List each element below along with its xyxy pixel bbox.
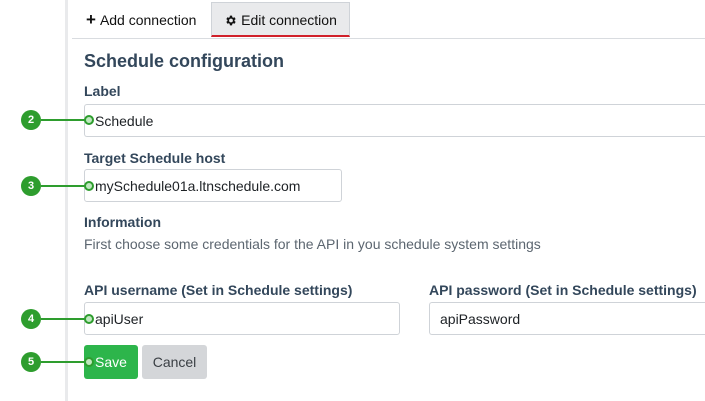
cancel-button[interactable]: Cancel [142, 345, 207, 379]
callout-badge: 4 [21, 309, 41, 329]
username-input[interactable] [84, 302, 400, 335]
callout-dot [84, 181, 94, 191]
callout-line [41, 185, 85, 187]
callout-username: 4 [21, 309, 94, 329]
tab-add-connection-label: Add connection [99, 12, 197, 28]
callout-line [41, 361, 85, 363]
tab-add-connection[interactable]: + Add connection [84, 2, 198, 37]
gear-icon [226, 15, 236, 26]
information-text: First choose some credentials for the AP… [84, 236, 541, 252]
information-heading: Information [84, 214, 161, 230]
tab-bar: + Add connection Edit connection [72, 0, 705, 39]
left-rail-divider [65, 0, 68, 401]
callout-dot [84, 357, 94, 367]
label-input[interactable] [84, 104, 705, 137]
form-title: Schedule configuration [84, 51, 285, 71]
password-input[interactable] [429, 302, 705, 335]
callout-line [41, 318, 85, 320]
callout-dot [84, 115, 94, 125]
tab-edit-connection-label: Edit connection [241, 12, 337, 28]
tab-edit-connection[interactable]: Edit connection [211, 2, 350, 37]
callout-badge: 5 [21, 352, 41, 372]
callout-badge: 2 [21, 110, 41, 130]
password-field-label: API password (Set in Schedule settings) [429, 282, 697, 298]
host-input[interactable] [84, 169, 342, 202]
host-field-label: Target Schedule host [84, 150, 226, 166]
callout-host: 3 [21, 176, 94, 196]
callout-dot [84, 314, 94, 324]
callout-save: 5 [21, 352, 94, 372]
callout-line [41, 119, 85, 121]
label-field-label: Label [84, 83, 121, 99]
callout-badge: 3 [21, 176, 41, 196]
username-field-label: API username (Set in Schedule settings) [84, 282, 353, 298]
callout-label: 2 [21, 110, 94, 130]
plus-icon: + [86, 10, 96, 29]
